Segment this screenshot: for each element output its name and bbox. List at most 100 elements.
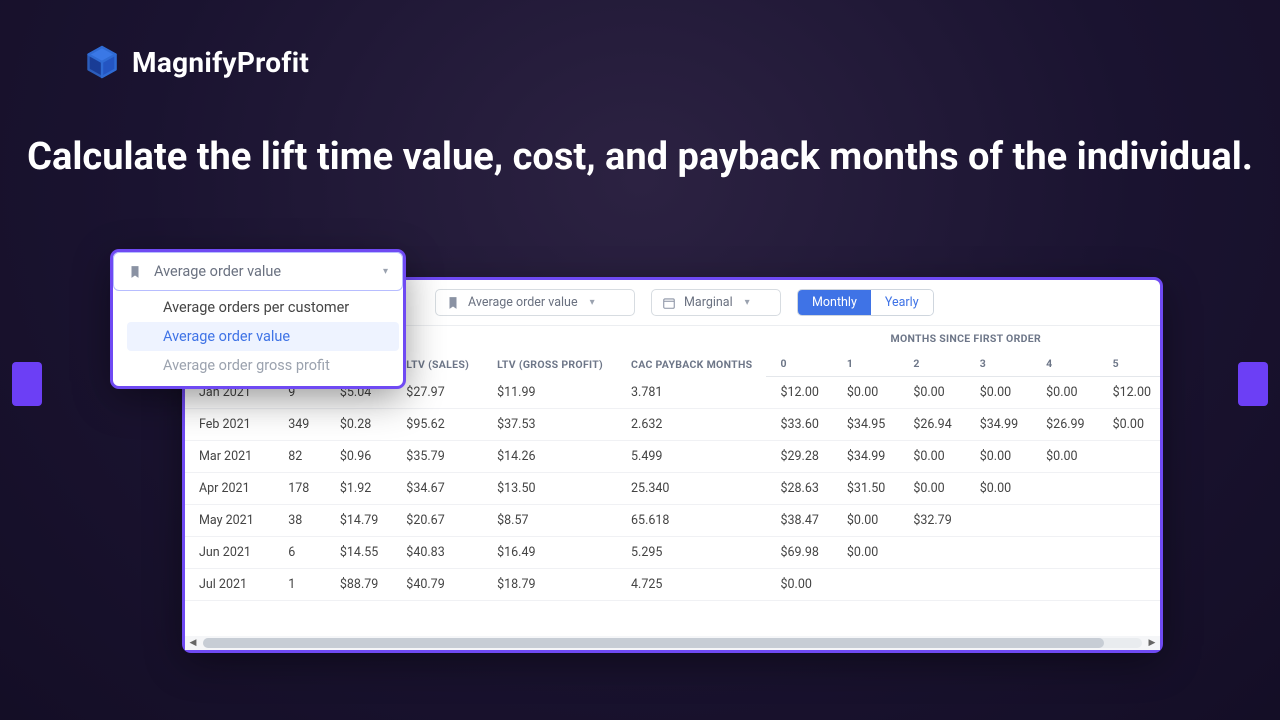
metric-dropdown-list: Average orders per customer Average orde… xyxy=(113,291,403,386)
table-row: Mar 202182$0.96$35.79$14.265.499$29.28$3… xyxy=(185,441,1160,473)
cell-m2 xyxy=(899,537,965,569)
cell-m4: $26.99 xyxy=(1032,409,1098,441)
cell-ltv_gp: $18.79 xyxy=(483,569,617,601)
col-m3: 3 xyxy=(966,351,1032,377)
cell-ltv_gp: $14.26 xyxy=(483,441,617,473)
cell-m1: $0.00 xyxy=(833,537,899,569)
cell-ltv_sales: $40.79 xyxy=(392,569,483,601)
cell-cac: $0.96 xyxy=(326,441,392,473)
horizontal-scrollbar[interactable]: ◀ ▶ xyxy=(185,636,1160,650)
cell-ltv_sales: $35.79 xyxy=(392,441,483,473)
cell-ltv_sales: $20.67 xyxy=(392,505,483,537)
cell-month: Jun 2021 xyxy=(185,537,274,569)
chevron-down-icon: ▾ xyxy=(590,297,595,308)
cell-ltv_gp: $8.57 xyxy=(483,505,617,537)
cell-m0: $29.28 xyxy=(766,441,832,473)
metric-option[interactable]: Average order gross profit xyxy=(163,351,399,380)
cell-m3 xyxy=(966,537,1032,569)
cell-ltv_sales: $34.67 xyxy=(392,473,483,505)
period-yearly[interactable]: Yearly xyxy=(871,290,933,315)
basis-select[interactable]: Marginal ▾ xyxy=(651,289,781,316)
scroll-right-icon[interactable]: ▶ xyxy=(1146,638,1158,648)
cell-count: 38 xyxy=(274,505,326,537)
decor-right xyxy=(1238,362,1268,406)
cell-m1: $34.99 xyxy=(833,441,899,473)
cell-m2: $0.00 xyxy=(899,441,965,473)
cell-m3: $0.00 xyxy=(966,441,1032,473)
col-ltv-gp: LTV (GROSS PROFIT) xyxy=(483,326,617,377)
cell-m0: $12.00 xyxy=(766,377,832,409)
bookmark-icon xyxy=(128,265,142,279)
cell-ltv_gp: $13.50 xyxy=(483,473,617,505)
col-m5: 5 xyxy=(1099,351,1160,377)
basis-select-label: Marginal xyxy=(684,295,733,310)
metric-dropdown-toggle[interactable]: Average order value ▾ xyxy=(113,252,403,291)
cell-cac: $0.28 xyxy=(326,409,392,441)
cell-month: Apr 2021 xyxy=(185,473,274,505)
cell-cac: $88.79 xyxy=(326,569,392,601)
brand-logo-icon xyxy=(84,44,120,80)
cell-ltv_sales: $27.97 xyxy=(392,377,483,409)
cell-m2: $32.79 xyxy=(899,505,965,537)
cell-payback: 25.340 xyxy=(617,473,766,505)
cell-m3 xyxy=(966,505,1032,537)
cell-m2: $26.94 xyxy=(899,409,965,441)
cell-m0: $33.60 xyxy=(766,409,832,441)
cell-month: Mar 2021 xyxy=(185,441,274,473)
cell-ltv_gp: $16.49 xyxy=(483,537,617,569)
cell-ltv_sales: $95.62 xyxy=(392,409,483,441)
metric-dropdown-open: Average order value ▾ Average orders per… xyxy=(113,252,403,386)
cell-payback: 65.618 xyxy=(617,505,766,537)
cell-m5: $0.00 xyxy=(1099,409,1160,441)
table-row: May 202138$14.79$20.67$8.5765.618$38.47$… xyxy=(185,505,1160,537)
metric-option[interactable]: Average order value xyxy=(127,322,399,351)
table-row: Apr 2021178$1.92$34.67$13.5025.340$28.63… xyxy=(185,473,1160,505)
cell-m1: $0.00 xyxy=(833,377,899,409)
cell-m4 xyxy=(1032,537,1098,569)
scrollbar-thumb[interactable] xyxy=(203,638,1104,648)
col-m1: 1 xyxy=(833,351,899,377)
cell-ltv_gp: $11.99 xyxy=(483,377,617,409)
cell-m4 xyxy=(1032,569,1098,601)
cell-m3: $34.99 xyxy=(966,409,1032,441)
col-payback: CAC PAYBACK MONTHS xyxy=(617,326,766,377)
cell-m5 xyxy=(1099,537,1160,569)
cell-m2 xyxy=(899,569,965,601)
calendar-icon xyxy=(662,296,676,310)
metric-option[interactable]: Average orders per customer xyxy=(163,293,399,322)
table-row: Jun 20216$14.55$40.83$16.495.295$69.98$0… xyxy=(185,537,1160,569)
col-ltv-sales: LTV (SALES) xyxy=(392,326,483,377)
cell-m4 xyxy=(1032,473,1098,505)
page-headline: Calculate the lift time value, cost, and… xyxy=(0,132,1280,183)
cell-m2: $0.00 xyxy=(899,377,965,409)
cell-payback: 5.499 xyxy=(617,441,766,473)
cell-m0: $28.63 xyxy=(766,473,832,505)
cell-payback: 3.781 xyxy=(617,377,766,409)
table-row: Feb 2021349$0.28$95.62$37.532.632$33.60$… xyxy=(185,409,1160,441)
cell-m0: $69.98 xyxy=(766,537,832,569)
cell-cac: $1.92 xyxy=(326,473,392,505)
period-toggle: Monthly Yearly xyxy=(797,289,934,316)
cell-cac: $14.55 xyxy=(326,537,392,569)
cell-month: May 2021 xyxy=(185,505,274,537)
metric-select-label: Average order value xyxy=(468,295,578,310)
col-m0: 0 xyxy=(766,351,832,377)
scroll-left-icon[interactable]: ◀ xyxy=(187,638,199,648)
cell-m4 xyxy=(1032,505,1098,537)
metric-dropdown-label: Average order value xyxy=(154,263,281,280)
cell-m3 xyxy=(966,569,1032,601)
metric-select[interactable]: Average order value ▾ xyxy=(435,289,635,316)
cell-m1 xyxy=(833,569,899,601)
cell-m3: $0.00 xyxy=(966,473,1032,505)
cell-m5 xyxy=(1099,441,1160,473)
cell-count: 82 xyxy=(274,441,326,473)
col-m4: 4 xyxy=(1032,351,1098,377)
scrollbar-track[interactable] xyxy=(203,638,1142,648)
period-monthly[interactable]: Monthly xyxy=(798,290,871,315)
cell-m5: $12.00 xyxy=(1099,377,1160,409)
cell-count: 6 xyxy=(274,537,326,569)
cell-month: Jul 2021 xyxy=(185,569,274,601)
cell-ltv_sales: $40.83 xyxy=(392,537,483,569)
cell-m4: $0.00 xyxy=(1032,377,1098,409)
cell-m5 xyxy=(1099,473,1160,505)
